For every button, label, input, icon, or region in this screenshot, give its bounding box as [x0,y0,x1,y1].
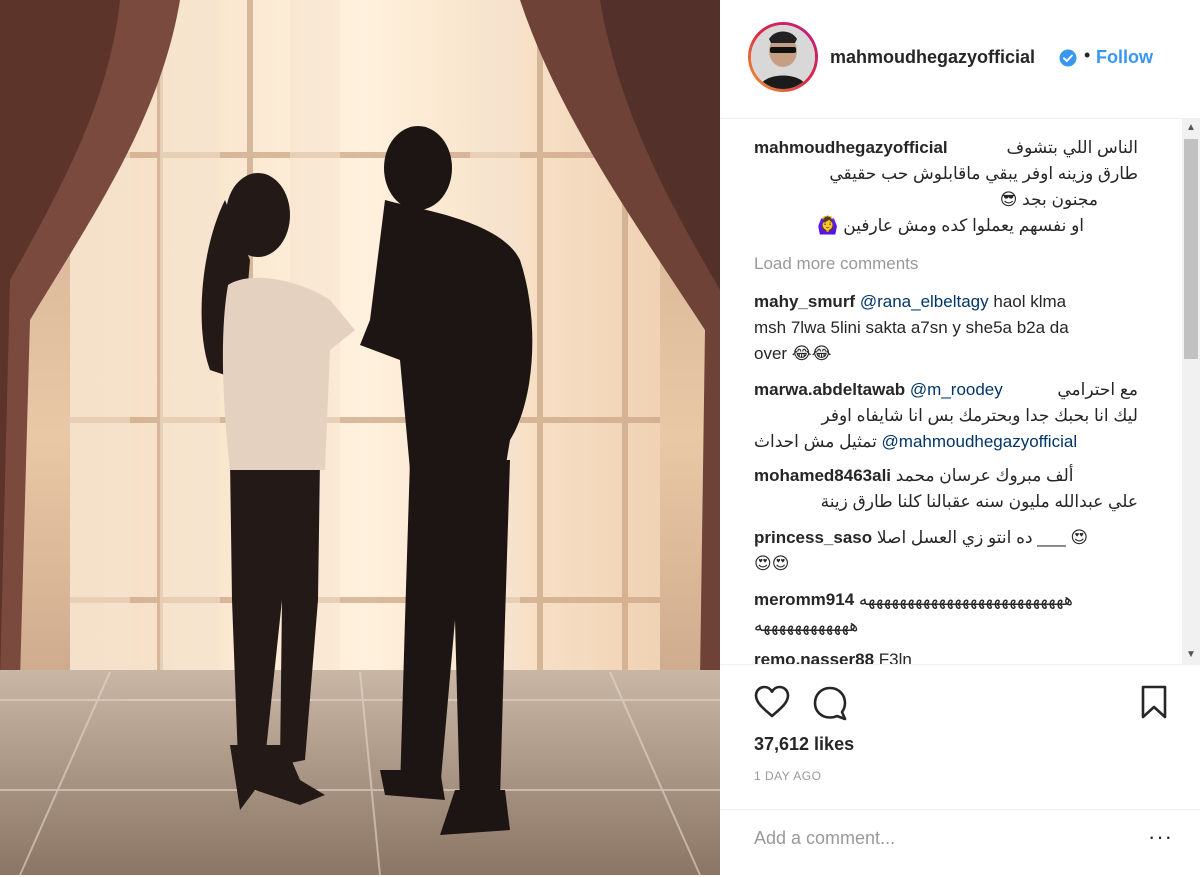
comment-text: ليك انا بحبك جدا وبحترمك بس انا شايفاه ا… [821,406,1138,425]
comment-item: meromm914 ههههههههههههههههههههههههههه [754,587,1138,613]
scrollbar-thumb[interactable] [1184,139,1198,359]
comment-text: haol klma [993,292,1067,311]
comments-scrollbar[interactable]: ▲ ▼ [1182,119,1200,664]
separator-dot: • [1084,45,1091,65]
comment-text: تمثيل مش احداث [754,432,877,451]
comment-username[interactable]: mohamed8463ali [754,466,891,485]
post-actions: 37,612 likes 1 DAY AGO Add a comment... … [720,664,1200,876]
more-options-icon[interactable]: ··· [1148,824,1173,850]
comment-text: ههههههههههههه [754,616,859,635]
caption-line-4: او نفسهم يعملوا كده ومش عارفين 🙆‍♀️ [817,216,1084,235]
comment-text: msh 7lwa 5lini sakta a7sn y she5a b2a da [754,318,1069,337]
comment-emoji: 😍 [1070,528,1089,547]
post-sidebar: mahmoudhegazyofficial • Follow mahmoudhe… [720,0,1200,875]
bookmark-icon[interactable] [1140,685,1168,719]
comment-username[interactable]: meromm914 [754,590,854,609]
comments-list: mahmoudhegazyofficial الناس اللي بتشوف ط… [720,119,1180,664]
comment-item: marwa.abdeltawab @m_roodey مع احترامي [754,377,1138,403]
comment-username[interactable]: mahy_smurf [754,292,855,311]
comment-text: 😍😍 [754,554,790,573]
comment-item: remo.nasser88 F3ln [754,647,912,664]
avatar[interactable] [748,22,818,92]
comment-text: F3ln [878,650,912,664]
comment-text: مع احترامي [1057,380,1138,399]
scroll-up-arrow-icon[interactable]: ▲ [1182,119,1200,137]
comment-text: ههههههههههههههههههههههههههه [858,590,1073,609]
comment-text: ده انتو زي العسل اصلا ___ [876,528,1066,547]
comment-username[interactable]: remo.nasser88 [754,650,874,664]
comment-text: ألف مبروك عرسان محمد [895,466,1074,485]
comment-mention[interactable]: @mahmoudhegazyofficial [882,432,1078,451]
comment-text-line: تمثيل مش احداث @mahmoudhegazyofficial [754,429,1138,455]
verified-badge-icon [1059,49,1077,67]
follow-button[interactable]: Follow [1096,47,1153,68]
caption-line-2: طارق وزينه اوفر يبقي ماقابلوش حب حقيقي [829,164,1138,183]
comment-text: علي عبدالله مليون سنه عقبالنا كلنا طارق … [820,492,1138,511]
comment-mention[interactable]: @rana_elbeltagy [860,292,989,311]
comment-mention[interactable]: @m_roodey [910,380,1003,399]
post-photo[interactable] [0,0,720,875]
comment-username[interactable]: marwa.abdeltawab [754,380,905,399]
caption-line-3: مجنون بجد 😎 [999,190,1098,209]
likes-count[interactable]: 37,612 likes [754,734,854,755]
heart-icon[interactable] [754,685,790,719]
comment-text: over 😂😂 [754,344,832,363]
comment-username[interactable]: princess_saso [754,528,872,547]
caption-username[interactable]: mahmoudhegazyofficial [754,138,948,157]
profile-picture [751,25,815,89]
caption-text: الناس اللي بتشوف [1006,138,1138,157]
couple-dancing-photo [0,0,720,875]
load-more-comments[interactable]: Load more comments [754,251,918,277]
post-timestamp[interactable]: 1 DAY AGO [754,769,821,783]
comment-item: mahy_smurf @rana_elbeltagy haol klma [754,289,1066,315]
comment-item: mohamed8463ali ألف مبروك عرسان محمد [754,463,1138,489]
add-comment-bar: Add a comment... ··· [720,809,1200,877]
scroll-down-arrow-icon[interactable]: ▼ [1182,646,1200,664]
caption-line-1: mahmoudhegazyofficial الناس اللي بتشوف [754,135,1138,161]
comment-icon[interactable] [812,685,848,721]
comment-item: princess_saso ده انتو زي العسل اصلا ___ … [754,525,1138,551]
post-author-username[interactable]: mahmoudhegazyofficial [830,47,1035,68]
post-header: mahmoudhegazyofficial • Follow [720,0,1200,119]
add-comment-input[interactable]: Add a comment... [754,828,895,849]
